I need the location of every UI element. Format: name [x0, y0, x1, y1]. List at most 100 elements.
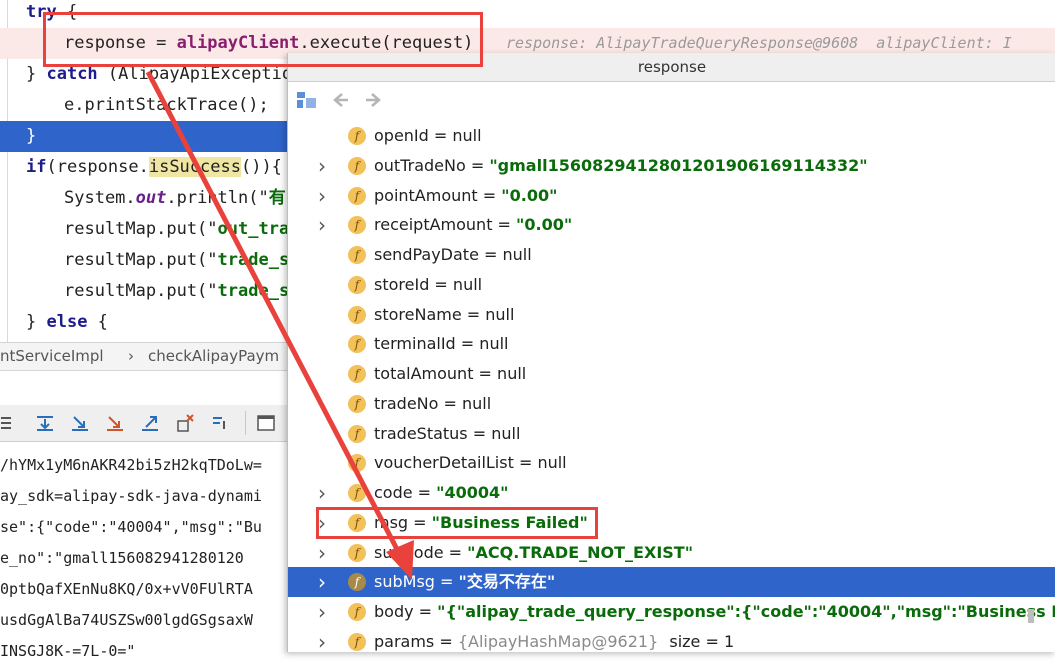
- variable-value: "ACQ.TRADE_NOT_EXIST": [467, 542, 694, 562]
- variable-row-sendPayDate[interactable]: f sendPayDate = null: [288, 240, 1055, 270]
- code-token: out_tra: [217, 219, 290, 239]
- code-token: resultMap.put(": [64, 250, 218, 270]
- force-step-into-icon[interactable]: [105, 413, 125, 433]
- variable-text: storeId = null: [374, 270, 482, 300]
- variable-row-pointAmount[interactable]: › f pointAmount = "0.00": [288, 181, 1055, 211]
- forward-arrow-icon[interactable]: [364, 90, 384, 110]
- code-token: (response.: [46, 157, 149, 177]
- breadcrumb-method[interactable]: checkAlipayPaym: [148, 343, 279, 370]
- variable-row-body[interactable]: › f body = "{"alipay_trade_query_response"…: [288, 597, 1055, 627]
- variable-value: null: [491, 423, 521, 443]
- chevron-right-icon[interactable]: ›: [318, 597, 332, 627]
- variable-name: receiptAmount =: [374, 215, 517, 235]
- variable-row-terminalId[interactable]: f terminalId = null: [288, 329, 1055, 359]
- code-token: resultMap.put(": [64, 219, 218, 239]
- variable-text: terminalId = null: [374, 329, 508, 359]
- drop-frame-icon[interactable]: [175, 413, 195, 433]
- code-token: {: [87, 312, 108, 332]
- chevron-right-icon[interactable]: ›: [318, 478, 332, 508]
- variable-text: body = "{"alipay_trade_query_response":{…: [374, 597, 1055, 627]
- code-token: trade_s: [217, 250, 290, 270]
- variable-value: "{"alipay_trade_query_response":{"code":…: [437, 602, 1055, 621]
- variable-value: "交易不存在": [458, 572, 556, 592]
- popup-scrollbar-thumb[interactable]: [1028, 609, 1034, 623]
- variable-value: null: [485, 304, 515, 324]
- variable-name: storeId =: [374, 274, 453, 294]
- variable-row-code[interactable]: › f code = "40004": [288, 478, 1055, 508]
- variable-row-outTradeNo[interactable]: › f outTradeNo = "gmall1560829412801201906…: [288, 151, 1055, 181]
- field-icon: f: [348, 156, 366, 175]
- variable-value: "0.00": [516, 215, 573, 235]
- variable-text: totalAmount = null: [374, 359, 526, 389]
- variable-row-tradeStatus[interactable]: f tradeStatus = null: [288, 419, 1055, 449]
- chevron-right-icon[interactable]: ›: [318, 151, 332, 181]
- console-line: usdGgAlBa74USZSw00lgdGSgsaxW: [0, 611, 253, 629]
- field-icon: f: [348, 603, 366, 621]
- variable-row-subCode[interactable]: › f subCode = "ACQ.TRADE_NOT_EXIST": [288, 538, 1055, 568]
- step-into-icon[interactable]: [70, 413, 90, 433]
- code-token: catch: [46, 64, 98, 84]
- console-line: /hYMx1yM6nAKR42bi5zH2kqTDoLw=: [0, 456, 262, 474]
- chevron-right-icon[interactable]: ›: [318, 567, 332, 597]
- field-icon: f: [348, 365, 366, 383]
- variable-row-params[interactable]: › f params = {AlipayHashMap@9621} size = 1: [288, 627, 1055, 657]
- variable-row-storeId[interactable]: f storeId = null: [288, 270, 1055, 300]
- variable-name: subCode =: [374, 542, 468, 562]
- frames-icon[interactable]: [0, 413, 20, 433]
- variable-value: null: [479, 334, 509, 354]
- variable-name: totalAmount =: [374, 364, 498, 383]
- chevron-right-icon[interactable]: ›: [318, 627, 332, 657]
- variable-row-receiptAmount[interactable]: › f receiptAmount = "0.00": [288, 210, 1055, 240]
- chevron-right-icon[interactable]: ›: [318, 181, 332, 211]
- console-line: ay_sdk=alipay-sdk-java-dynami: [0, 487, 262, 505]
- code-token: 有: [268, 188, 286, 208]
- variable-row-storeName[interactable]: f storeName = null: [288, 300, 1055, 330]
- field-icon: f: [348, 275, 366, 294]
- console-line: se":{"code":"40004","msg":"Bu: [0, 518, 262, 536]
- variable-row-tradeNo[interactable]: f tradeNo = null: [288, 389, 1055, 419]
- code-token: (AlipayApiExceptio: [97, 64, 293, 84]
- variable-row-voucherDetailList[interactable]: f voucherDetailList = null: [288, 448, 1055, 478]
- code-token: .println(": [166, 188, 269, 208]
- variable-text: subCode = "ACQ.TRADE_NOT_EXIST": [374, 538, 693, 568]
- field-icon: f: [348, 424, 366, 443]
- variable-text: voucherDetailList = null: [374, 448, 567, 478]
- variable-text: sendPayDate = null: [374, 240, 532, 270]
- variable-name: body =: [374, 602, 438, 621]
- variable-name: params =: [374, 631, 458, 651]
- variable-name: pointAmount =: [374, 185, 502, 205]
- field-icon: f: [348, 632, 366, 651]
- code-token: else: [46, 312, 88, 332]
- variable-text: params = {AlipayHashMap@9621} size = 1: [374, 627, 734, 657]
- code-token: e.printStackTrace();: [64, 95, 269, 115]
- annotation-box-response-line: [43, 12, 483, 67]
- console-output[interactable]: /hYMx1yM6nAKR42bi5zH2kqTDoLw= ay_sdk=ali…: [0, 442, 290, 660]
- variable-suffix: size = 1: [664, 631, 735, 651]
- step-out-icon[interactable]: [140, 413, 160, 433]
- back-arrow-icon[interactable]: [330, 90, 350, 110]
- code-token: }: [26, 64, 47, 84]
- chevron-right-icon[interactable]: ›: [318, 210, 332, 240]
- toolbar-separator: [245, 411, 246, 435]
- evaluate-expression-icon[interactable]: [256, 413, 276, 433]
- breadcrumb-class[interactable]: ntServiceImpl: [0, 343, 104, 370]
- variable-name: storeName =: [374, 304, 486, 324]
- code-token: isSuccess: [148, 157, 241, 177]
- chevron-right-icon[interactable]: ›: [318, 538, 332, 568]
- step-over-icon[interactable]: [35, 413, 55, 433]
- variable-row-totalAmount[interactable]: f totalAmount = null: [288, 359, 1055, 389]
- variable-text: tradeStatus = null: [374, 419, 520, 449]
- variable-row-subMsg[interactable]: › f subMsg = "交易不存在": [288, 567, 1055, 598]
- variable-name: outTradeNo =: [374, 155, 490, 175]
- console-line: e_no":"gmall156082941280120: [0, 549, 244, 567]
- tree-icon[interactable]: [296, 90, 318, 110]
- variable-inspector-popup[interactable]: response f openId = null › f outTradeNo = "g…: [287, 53, 1055, 654]
- field-icon: f: [348, 186, 366, 205]
- variable-row-openId[interactable]: f openId = null: [288, 121, 1055, 151]
- field-icon: f: [348, 305, 366, 324]
- console-line: 0ptbQafXEnNu8KQ/0x+vV0FUlRTA: [0, 580, 253, 598]
- run-to-cursor-icon[interactable]: [210, 413, 230, 433]
- variable-name: subMsg =: [374, 572, 459, 592]
- field-icon: f: [348, 216, 366, 235]
- variable-text: subMsg = "交易不存在": [374, 567, 555, 597]
